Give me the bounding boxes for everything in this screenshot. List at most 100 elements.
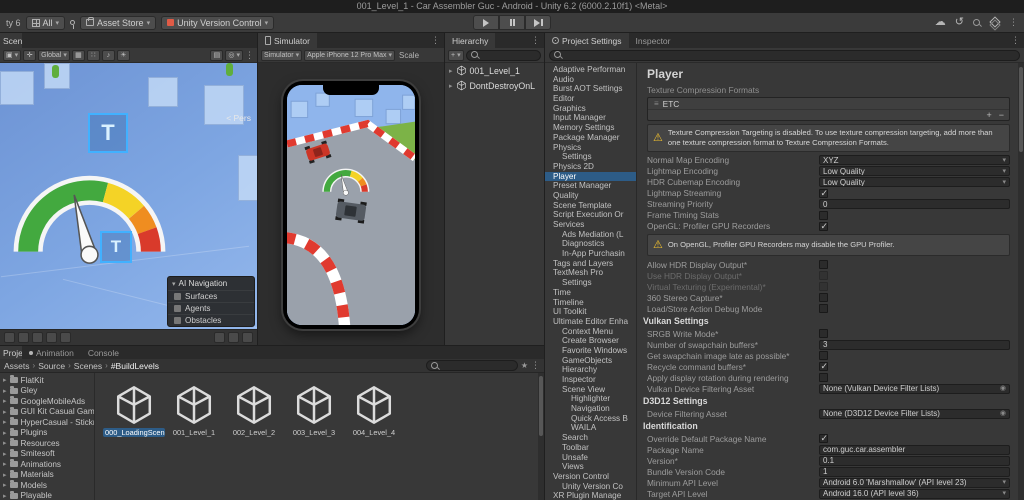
settings-category-quick-access-b[interactable]: Quick Access B <box>545 414 636 424</box>
opengl-profiler-gpu-recorders-checkbox[interactable] <box>819 221 828 232</box>
collapse-arrow-icon[interactable]: ▸ <box>3 450 7 458</box>
hierarchy-item-001-level-1[interactable]: ▸ 001_Level_1 <box>445 63 544 78</box>
visibility-dropdown[interactable]: All ▾ <box>25 15 66 30</box>
pivot-orientation-dropdown[interactable]: Global ▾ <box>38 49 70 61</box>
hierarchy-search-input[interactable] <box>465 49 541 61</box>
kebab-menu-icon[interactable]: ⋮ <box>531 360 540 371</box>
search-icon[interactable] <box>973 18 981 27</box>
folder-googlemobileads[interactable]: ▸ GoogleMobileAds <box>0 396 94 407</box>
settings-search-input[interactable] <box>549 49 1020 61</box>
collapse-arrow-icon[interactable]: ▸ <box>3 397 7 405</box>
kebab-menu-icon[interactable]: ⋮ <box>431 35 440 46</box>
device-filtering-asset-object-field[interactable]: None (D3D12 Device Filter Lists) <box>819 408 1010 419</box>
breadcrumb-buildlevels[interactable]: #BuildLevels <box>111 361 159 371</box>
tool-settings-button[interactable]: ▣ ▾ <box>3 49 22 61</box>
kebab-menu-icon[interactable]: ⋮ <box>245 50 254 61</box>
streaming-priority-field[interactable]: 0 <box>819 199 1010 210</box>
hierarchy-item-dontdestroyonl[interactable]: ▸ DontDestroyOnL <box>445 78 544 93</box>
breadcrumb-source[interactable]: Source <box>38 361 65 371</box>
lightmap-encoding-dropdown[interactable]: Low Quality <box>819 166 1010 177</box>
add-object-button[interactable]: + ▾ <box>448 49 464 61</box>
simulator-mode-dropdown[interactable]: Simulator ▾ <box>261 49 303 61</box>
pause-button[interactable] <box>499 15 525 30</box>
settings-category-inspector[interactable]: Inspector <box>545 375 636 385</box>
settings-category-search[interactable]: Search <box>545 433 636 443</box>
settings-category-ui-toolkit[interactable]: UI Toolkit <box>545 307 636 317</box>
scrollbar-thumb[interactable] <box>1019 67 1023 152</box>
grid-visibility-icon[interactable]: ▦ <box>71 49 85 61</box>
ai-nav-item-obstacles[interactable]: Obstacles <box>168 314 254 326</box>
settings-category-physics[interactable]: Physics <box>545 143 636 153</box>
settings-category-scene-view[interactable]: Scene View <box>545 385 636 395</box>
settings-category-xr-plugin-manage[interactable]: XR Plugin Manage <box>545 491 636 500</box>
folder-gui-kit-casual-game[interactable]: ▸ GUI Kit Casual Game <box>0 406 94 418</box>
scene-overlay-icon-7[interactable] <box>228 332 239 343</box>
asset-004-level-4[interactable]: 004_Level_4 <box>346 383 402 437</box>
settings-category-quality[interactable]: Quality <box>545 191 636 201</box>
settings-category-favorite-windows[interactable]: Favorite Windows <box>545 346 636 356</box>
folder-materials[interactable]: ▸ Materials <box>0 469 94 481</box>
settings-category-preset-manager[interactable]: Preset Manager <box>545 181 636 191</box>
settings-category-highlighter[interactable]: Highlighter <box>545 394 636 404</box>
settings-category-create-browser[interactable]: Create Browser <box>545 336 636 346</box>
simulator-viewport[interactable] <box>258 63 444 345</box>
settings-category-tags-and-layers[interactable]: Tags and Layers <box>545 259 636 269</box>
settings-category-adaptive-performan[interactable]: Adaptive Performan <box>545 65 636 75</box>
settings-category-views[interactable]: Views <box>545 462 636 472</box>
layout-menu-icon[interactable]: ⋮ <box>1009 18 1018 27</box>
collapse-arrow-icon[interactable]: ▸ <box>3 471 7 479</box>
tab-simulator[interactable]: Simulator <box>258 33 317 48</box>
collapse-arrow-icon[interactable]: ▸ <box>3 460 7 468</box>
ai-nav-item-agents[interactable]: Agents <box>168 302 254 314</box>
apply-display-rotation-during-rendering-checkbox[interactable] <box>819 373 828 383</box>
collapse-arrow-icon[interactable]: ▸ <box>3 387 7 395</box>
tab-animation[interactable]: Animation <box>22 346 81 359</box>
cloud-download-icon[interactable]: ☁ <box>935 17 946 28</box>
settings-category-diagnostics[interactable]: Diagnostics <box>545 239 636 249</box>
settings-category-context-menu[interactable]: Context Menu <box>545 327 636 337</box>
scene-overlay-icon-1[interactable] <box>4 332 15 343</box>
history-icon[interactable]: ↺ <box>955 17 964 28</box>
settings-category-audio[interactable]: Audio <box>545 75 636 85</box>
asset-001-level-1[interactable]: 001_Level_1 <box>166 383 222 437</box>
scene-viewport[interactable]: T T < Pers ▾ AI Navigation Surfaces Agent… <box>0 63 257 329</box>
texture-format-item-etc[interactable]: ≡ ETC <box>648 98 1009 110</box>
perspective-label[interactable]: < Pers <box>226 113 251 123</box>
tab-project-settings[interactable]: Project Settings <box>545 33 629 48</box>
kebab-menu-icon[interactable]: ⋮ <box>1011 35 1020 46</box>
settings-category-time[interactable]: Time <box>545 288 636 298</box>
breadcrumb-assets[interactable]: Assets <box>4 361 30 371</box>
tab-project[interactable]: Project <box>0 346 22 359</box>
audio-icon[interactable]: ♪ <box>101 49 115 61</box>
collapse-arrow-icon[interactable]: ▸ <box>3 429 7 437</box>
text-placeholder-tile[interactable]: T <box>88 113 128 153</box>
settings-category-input-manager[interactable]: Input Manager <box>545 113 636 123</box>
effects-icon[interactable]: ☀ <box>116 49 130 61</box>
settings-category-unsafe[interactable]: Unsafe <box>545 453 636 463</box>
layers-icon[interactable] <box>990 18 1000 28</box>
target-api-level-dropdown[interactable]: Android 16.0 (API level 36) <box>819 488 1010 499</box>
settings-category-textmesh-pro[interactable]: TextMesh Pro <box>545 268 636 278</box>
settings-category-waila[interactable]: WAILA <box>545 423 636 433</box>
kebab-menu-icon[interactable]: ⋮ <box>531 35 540 46</box>
asset-002-level-2[interactable]: 002_Level_2 <box>226 383 282 437</box>
package-name-field[interactable]: com.guc.car.assembler <box>819 444 1010 455</box>
settings-category-version-control[interactable]: Version Control <box>545 472 636 482</box>
settings-category-ultimate-editor-enha[interactable]: Ultimate Editor Enha <box>545 317 636 327</box>
load-store-action-debug-mode-checkbox[interactable] <box>819 304 828 314</box>
settings-category-navigation[interactable]: Navigation <box>545 404 636 414</box>
virtual-texturing-experimental-checkbox[interactable] <box>819 282 828 292</box>
collapse-arrow-icon[interactable]: ▸ <box>3 418 7 426</box>
asset-000-loadingscene[interactable]: 000_LoadingScene <box>103 383 165 437</box>
camera-icon[interactable]: ▤ <box>210 49 224 61</box>
folder-smitesoft[interactable]: ▸ Smitesoft <box>0 448 94 460</box>
folder-hypercasual-stickman-p[interactable]: ▸ HyperCasual - Stickman P <box>0 417 94 428</box>
version-field[interactable]: 0.1 <box>819 455 1010 466</box>
folder-flatkit[interactable]: ▸ FlatKit <box>0 375 94 386</box>
scene-overlay-icon-6[interactable] <box>214 332 225 343</box>
drag-handle-icon[interactable]: ≡ <box>654 99 659 108</box>
tab-hierarchy[interactable]: Hierarchy <box>445 33 496 48</box>
number-of-swapchain-buffers-field[interactable]: 3 <box>819 339 1010 350</box>
recycle-command-buffers-checkbox[interactable] <box>819 361 828 372</box>
use-hdr-display-output-checkbox[interactable] <box>819 271 828 281</box>
